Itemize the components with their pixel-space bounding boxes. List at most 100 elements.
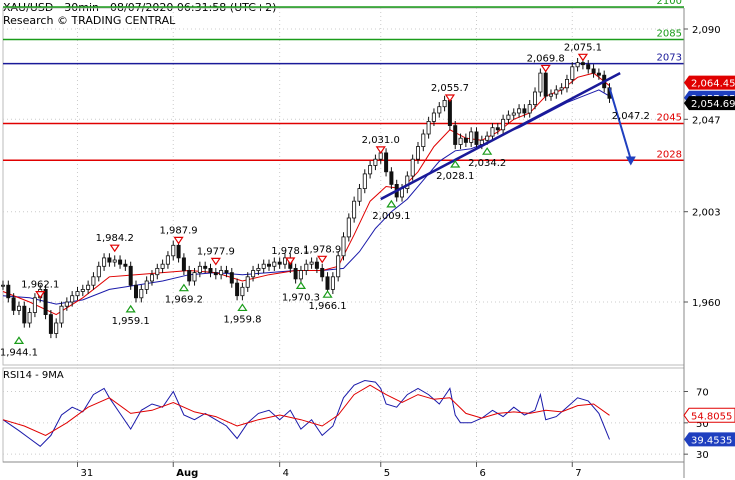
candle-body [538, 72, 543, 93]
candle-body [256, 267, 261, 271]
x-tick-label: 7 [575, 468, 581, 479]
pivot-label: 2,075.1 [564, 42, 602, 53]
candle-body [224, 270, 229, 273]
candle-body [144, 280, 149, 290]
candle-body [266, 263, 271, 267]
candle-body [181, 257, 186, 271]
candle-body [235, 282, 240, 297]
rsi-panel-frame [2, 367, 685, 463]
candle-body [336, 255, 341, 278]
candle-body [165, 255, 170, 265]
candle-body [139, 288, 144, 299]
pivot-label: 1,977.9 [197, 246, 235, 257]
candle-body [128, 265, 133, 286]
forecast-label: 2,047.2 [612, 111, 650, 122]
candle-body [501, 118, 506, 131]
high-marker-icon [577, 53, 589, 62]
x-tick-label: 4 [283, 468, 289, 479]
candle-body [64, 301, 69, 307]
rsi-tag-label: 39.4535 [691, 435, 732, 446]
candle-body [123, 263, 128, 267]
candle-body [506, 114, 511, 120]
candle-body [368, 165, 373, 175]
price-tag-label: 2,054.69 [691, 99, 735, 110]
candle-body [442, 100, 447, 108]
candle-body [426, 121, 431, 135]
candle-body [463, 137, 468, 143]
candle-body [522, 108, 527, 114]
low-marker-icon [386, 199, 397, 208]
candle-body [229, 272, 234, 284]
pivot-label: 1,959.8 [223, 314, 261, 325]
rsi-y-tick-label: 30 [696, 450, 709, 461]
y-tick-label: 2,090 [692, 25, 721, 36]
high-marker-icon [317, 255, 328, 264]
candle-body [91, 276, 96, 286]
candle-body [389, 171, 394, 185]
candle-body [447, 100, 452, 127]
candle-body [490, 127, 495, 137]
pivot-label: 1,969.2 [165, 295, 203, 306]
candle-body [298, 270, 303, 280]
candle-body [27, 312, 32, 324]
rsi-line [2, 379, 610, 447]
candle-body [565, 79, 570, 89]
candle-body [0, 284, 6, 287]
pivot-label: 2,034.2 [468, 158, 506, 169]
level-label: 2073 [657, 53, 682, 64]
candle-body [277, 261, 282, 265]
candle-body [171, 244, 176, 257]
candle-body [495, 127, 500, 131]
candle-body [559, 87, 564, 91]
low-marker-icon [125, 304, 136, 313]
candle-body [187, 270, 192, 282]
candle-body [160, 263, 165, 269]
candle-body [352, 200, 357, 219]
high-marker-icon [173, 236, 184, 245]
candle-body [357, 188, 362, 202]
candle-body [176, 244, 181, 259]
candle-body [208, 267, 213, 273]
candle-body [346, 217, 351, 238]
candle-body [11, 297, 16, 311]
pivot-label: 1,959.1 [112, 316, 150, 327]
candle-body [479, 139, 484, 145]
y-tick-label: 1,960 [692, 298, 721, 309]
level-label: 2045 [657, 113, 682, 124]
candle-body [75, 291, 80, 297]
candle-body [309, 261, 314, 265]
candle-body [240, 286, 245, 297]
price-tag-label: 2,064.45 [691, 79, 735, 90]
low-marker-icon [13, 336, 25, 344]
candle-body [133, 284, 138, 299]
candle-body [70, 295, 75, 303]
candle-body [112, 259, 117, 263]
candle-body [384, 152, 389, 173]
candle-body [320, 267, 325, 278]
candle-body [219, 270, 224, 276]
pivot-label: 2,031.0 [362, 135, 400, 146]
candle-body [149, 274, 154, 282]
candle-body [453, 125, 458, 145]
x-tick-label: Aug [176, 468, 198, 479]
price-chart[interactable]: 2100 2085 2073 2045 2028 1,944.1 1,962.1 1,959… [0, 0, 735, 480]
candle-body [80, 288, 85, 292]
pivot-label: 2,055.7 [431, 83, 469, 94]
candle-body [596, 72, 601, 76]
candle-body [32, 297, 37, 313]
candle-body [6, 284, 11, 299]
high-marker-icon [35, 290, 46, 299]
pivot-label: 2,069.8 [527, 53, 565, 64]
candle-body [272, 261, 277, 267]
level-label: 2100 [657, 0, 682, 7]
candle-body [155, 267, 160, 276]
high-marker-icon [285, 257, 296, 266]
rsi-panel-title: RSI14 - 9MA [3, 370, 64, 381]
candle-body [86, 284, 91, 290]
candle-body [458, 137, 463, 145]
high-marker-icon [109, 244, 120, 253]
candle-body [102, 257, 107, 267]
low-marker-icon [295, 281, 307, 289]
candle-body [213, 272, 218, 276]
candle-body [59, 305, 64, 324]
